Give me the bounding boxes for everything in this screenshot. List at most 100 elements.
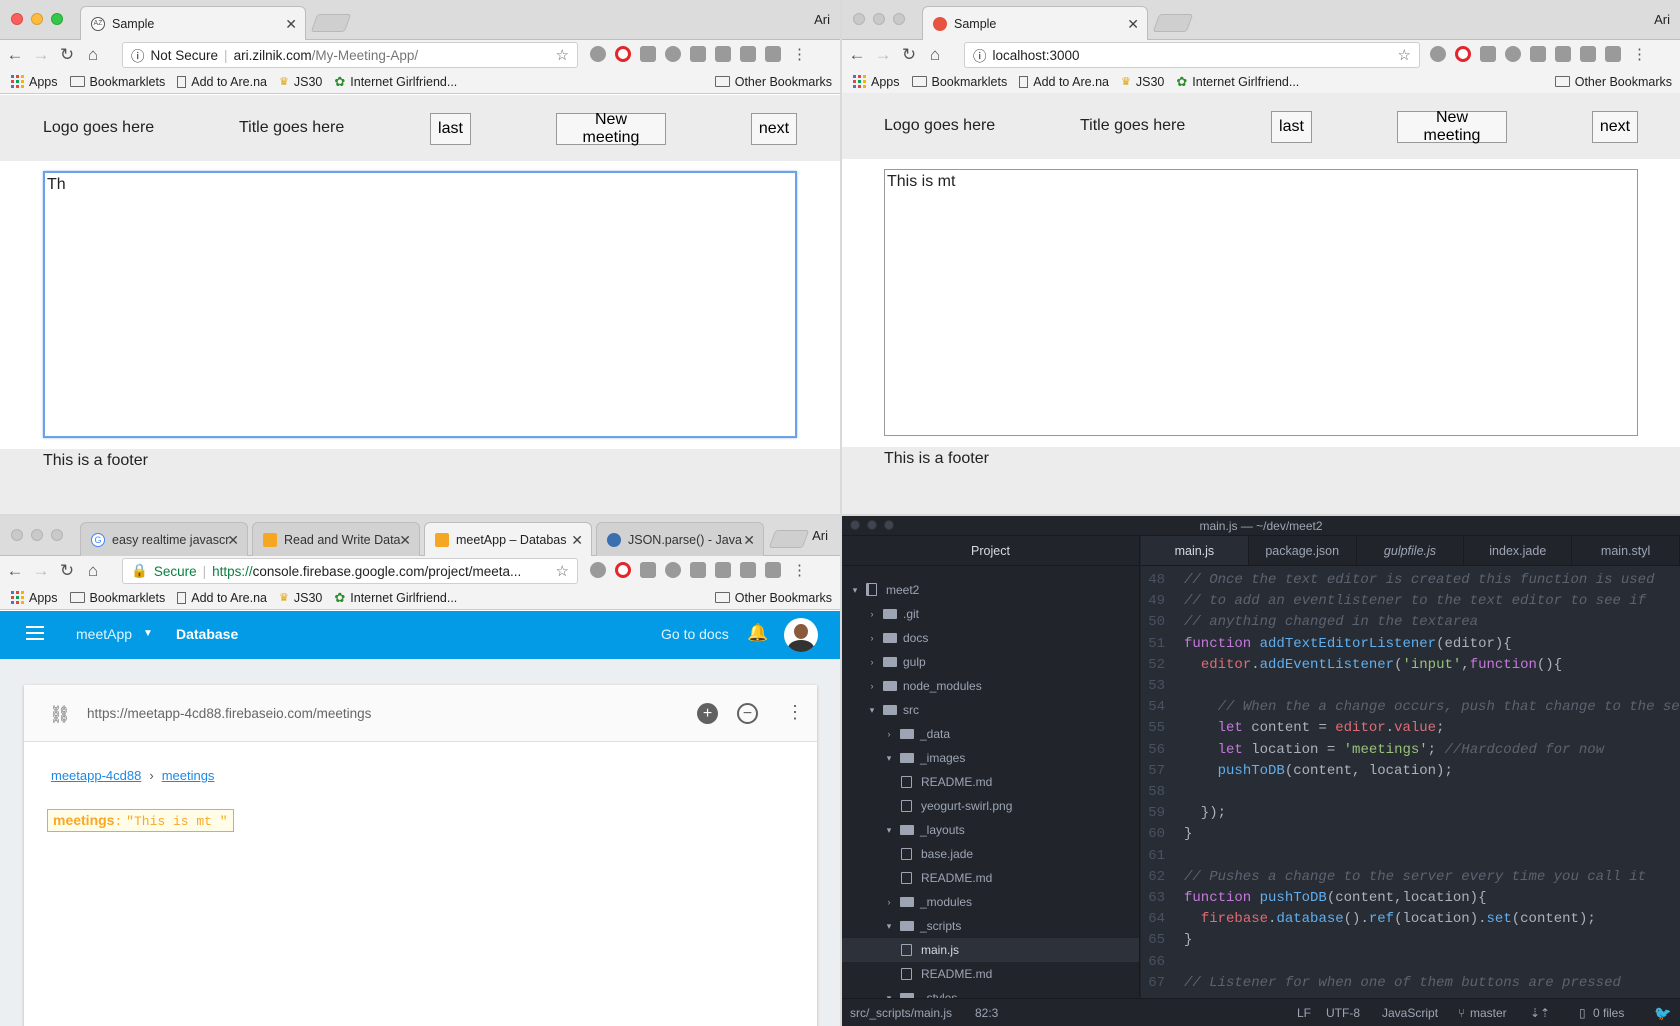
close-window-button[interactable]	[11, 13, 23, 25]
close-window-button[interactable]	[850, 520, 860, 530]
chevron-down-icon[interactable]: ▾	[850, 578, 860, 602]
meeting-notes-textarea[interactable]: This is mt	[884, 169, 1638, 436]
info-icon[interactable]: ⓘ	[131, 45, 145, 65]
tab-read-write-data[interactable]: Read and Write Data ✕	[252, 522, 420, 556]
tree-file-item[interactable]: README.md	[842, 866, 1139, 890]
new-tab-button[interactable]	[310, 14, 352, 32]
reload-icon[interactable]: ↻	[56, 561, 78, 581]
more-menu-icon[interactable]: ⋮	[1632, 45, 1647, 63]
close-tab-icon[interactable]: ✕	[571, 532, 583, 549]
drive-extension-icon[interactable]	[590, 46, 606, 62]
bookmark-other[interactable]: Other Bookmarks	[1554, 75, 1672, 89]
code-line[interactable]: 63 function pushToDB(content,location){	[1141, 888, 1680, 909]
chat-extension-icon[interactable]	[1530, 46, 1546, 62]
tree-folder-item[interactable]: ▾ _styles	[842, 986, 1139, 998]
pocket-icon[interactable]	[665, 562, 681, 578]
dropdown-caret-icon[interactable]: ▼	[143, 628, 153, 639]
status-file-path[interactable]: src/_scripts/main.js	[850, 999, 952, 1026]
tree-folder-item[interactable]: ▾ src	[842, 698, 1139, 722]
vue-extension-icon[interactable]	[765, 46, 781, 62]
notifications-bell-icon[interactable]: 🔔	[747, 623, 768, 643]
zoom-window-button[interactable]	[51, 529, 63, 541]
status-files[interactable]: 0 files	[1593, 999, 1624, 1026]
bookmark-other[interactable]: Other Bookmarks	[714, 75, 832, 89]
bookmark-js30[interactable]: ♛ JS30	[1121, 75, 1164, 89]
code-line[interactable]: 56 let location = 'meetings'; //Hardcode…	[1141, 740, 1680, 761]
minimize-window-button[interactable]	[31, 529, 43, 541]
add-child-icon[interactable]: +	[697, 703, 718, 724]
opera-extension-icon[interactable]	[615, 46, 631, 62]
close-tab-icon[interactable]: ✕	[285, 16, 297, 33]
bookmark-js30[interactable]: ♛ JS30	[279, 591, 322, 605]
code-line[interactable]: 62 // Pushes a change to the server every…	[1141, 867, 1680, 888]
hamburger-menu-icon[interactable]	[26, 626, 44, 640]
back-arrow-icon[interactable]: ←	[4, 561, 26, 581]
code-line[interactable]: 61	[1141, 846, 1680, 867]
bookmark-internet-girlfriend[interactable]: ✿ Internet Girlfriend...	[334, 74, 457, 90]
home-icon[interactable]: ⌂	[82, 561, 104, 581]
tree-file-item[interactable]: yeogurt-swirl.png	[842, 794, 1139, 818]
new-tab-button[interactable]	[1152, 14, 1194, 32]
tab-sample[interactable]: AZ Sample ✕	[80, 6, 306, 40]
status-line-ending[interactable]: LF	[1297, 999, 1311, 1026]
close-window-button[interactable]	[11, 529, 23, 541]
status-grammar[interactable]: JavaScript	[1382, 999, 1438, 1026]
chevron-right-icon[interactable]: ›	[884, 722, 894, 746]
code-line[interactable]: 57 pushToDB(content, location);	[1141, 761, 1680, 782]
sa-extension-icon[interactable]	[715, 46, 731, 62]
tree-folder-item[interactable]: › docs	[842, 626, 1139, 650]
code-line[interactable]: 51 function addTextEditorListener(editor)…	[1141, 634, 1680, 655]
forward-arrow-icon[interactable]: →	[30, 45, 52, 65]
tab-package-json[interactable]: package.json	[1249, 536, 1357, 565]
status-encoding[interactable]: UTF-8	[1326, 999, 1360, 1026]
minimize-window-button[interactable]	[873, 13, 885, 25]
opera-extension-icon[interactable]	[615, 562, 631, 578]
zoom-window-button[interactable]	[884, 520, 894, 530]
translate-extension-icon[interactable]	[740, 562, 756, 578]
chevron-down-icon[interactable]: ▾	[884, 986, 894, 998]
chevron-right-icon[interactable]: ›	[867, 674, 877, 698]
chat-extension-icon[interactable]	[690, 46, 706, 62]
tree-folder-item[interactable]: › _modules	[842, 890, 1139, 914]
status-cursor-position[interactable]: 82:3	[975, 999, 998, 1026]
database-node[interactable]: meetings: "This is mt "	[47, 809, 234, 832]
tree-file-item[interactable]: README.md	[842, 770, 1139, 794]
home-icon[interactable]: ⌂	[924, 45, 946, 65]
home-icon[interactable]: ⌂	[82, 45, 104, 65]
bookmark-other[interactable]: Other Bookmarks	[714, 591, 832, 605]
next-button[interactable]: next	[1592, 111, 1638, 143]
address-bar[interactable]: ⓘ localhost:3000 ☆	[964, 42, 1420, 68]
back-arrow-icon[interactable]: ←	[846, 45, 868, 65]
cast-icon[interactable]	[640, 46, 656, 62]
forward-arrow-icon[interactable]: →	[30, 561, 52, 581]
minimize-window-button[interactable]	[31, 13, 43, 25]
tree-folder-item[interactable]: › .git	[842, 602, 1139, 626]
last-button[interactable]: last	[1271, 111, 1312, 143]
close-tab-icon[interactable]: ✕	[743, 532, 755, 549]
bookmark-bookmarklets[interactable]: Bookmarklets	[69, 591, 165, 605]
tab-json-parse[interactable]: JSON.parse() - Java ✕	[596, 522, 764, 556]
status-git-branch[interactable]: master	[1470, 999, 1507, 1026]
code-line[interactable]: 54 // When the a change occurs, push tha…	[1141, 697, 1680, 718]
node-value[interactable]: "This is mt "	[126, 814, 227, 829]
zoom-window-button[interactable]	[893, 13, 905, 25]
pocket-icon[interactable]	[1505, 46, 1521, 62]
chevron-down-icon[interactable]: ▾	[867, 698, 877, 722]
avatar[interactable]	[784, 618, 818, 652]
bookmark-bookmarklets[interactable]: Bookmarklets	[911, 75, 1007, 89]
code-line[interactable]: 55 let content = editor.value;	[1141, 718, 1680, 739]
chat-extension-icon[interactable]	[690, 562, 706, 578]
profile-name[interactable]: Ari	[1654, 12, 1670, 27]
chevron-down-icon[interactable]: ▾	[884, 746, 894, 770]
bookmark-star-icon[interactable]: ☆	[556, 46, 569, 64]
bookmark-star-icon[interactable]: ☆	[1398, 46, 1411, 64]
fetch-arrows-icon[interactable]: ⇣⇡	[1530, 999, 1550, 1026]
project-selector[interactable]: meetApp	[76, 626, 132, 642]
drive-extension-icon[interactable]	[1430, 46, 1446, 62]
tab-main-styl[interactable]: main.styl	[1572, 536, 1680, 565]
minimize-window-button[interactable]	[867, 520, 877, 530]
tree-file-item[interactable]: README.md	[842, 962, 1139, 986]
opera-extension-icon[interactable]	[1455, 46, 1471, 62]
tree-file-item[interactable]: main.js	[842, 938, 1139, 962]
twitter-bird-icon[interactable]: 🐦	[1654, 999, 1671, 1026]
